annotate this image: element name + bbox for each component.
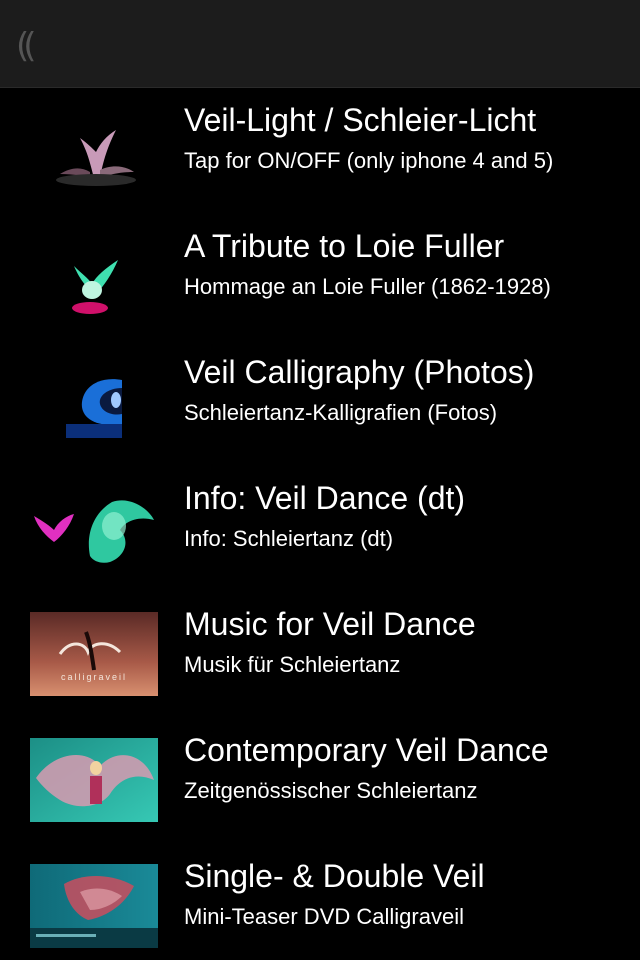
item-subtitle: Schleiertanz-Kalligrafien (Fotos) bbox=[184, 400, 498, 425]
item-subtitle: Tap for ON/OFF (only iphone 4 and 5) bbox=[184, 148, 554, 173]
item-title: Music for Veil Dance bbox=[184, 606, 476, 642]
item-title: Veil Calligraphy (Photos) bbox=[184, 354, 535, 390]
music-veil-dance-thumbnail-icon: calligraveil bbox=[30, 612, 158, 696]
item-subtitle: Hommage an Loie Fuller (1862-1928) bbox=[184, 274, 551, 299]
list-item-veil-calligraphy[interactable]: Veil Calligraphy (Photos) Schleiertanz-K… bbox=[0, 340, 640, 466]
item-title: Info: Veil Dance (dt) bbox=[184, 480, 466, 516]
list-item-info-veil-dance[interactable]: Info: Veil Dance (dt) Info: Schleiertanz… bbox=[0, 466, 640, 592]
info-veil-dance-thumbnail-icon bbox=[30, 486, 158, 570]
item-title: Contemporary Veil Dance bbox=[184, 732, 549, 768]
navigation-bar: (( bbox=[0, 0, 640, 88]
item-subtitle: Zeitgenössischer Schleiertanz bbox=[184, 778, 478, 803]
list-item-loie-fuller[interactable]: A Tribute to Loie Fuller Hommage an Loie… bbox=[0, 214, 640, 340]
list-item-contemporary-veil-dance[interactable]: Contemporary Veil Dance Zeitgenössischer… bbox=[0, 718, 640, 844]
loie-fuller-thumbnail-icon bbox=[30, 234, 158, 318]
item-subtitle: Info: Schleiertanz (dt) bbox=[184, 526, 394, 551]
thumb-brand-text: calligraveil bbox=[61, 672, 127, 682]
item-title: A Tribute to Loie Fuller bbox=[184, 228, 505, 264]
item-subtitle: Musik für Schleiertanz bbox=[184, 652, 401, 677]
list-item-veil-light[interactable]: Veil-Light / Schleier-Licht Tap for ON/O… bbox=[0, 88, 640, 214]
contemporary-veil-dance-thumbnail-icon bbox=[30, 738, 158, 822]
calligraveil-logo-icon[interactable]: (( bbox=[16, 26, 36, 66]
item-title: Single- & Double Veil bbox=[184, 858, 485, 894]
veil-calligraphy-thumbnail-icon bbox=[30, 360, 158, 444]
item-title: Veil-Light / Schleier-Licht bbox=[184, 102, 537, 138]
menu-list: Veil-Light / Schleier-Licht Tap for ON/O… bbox=[0, 88, 640, 960]
single-double-veil-thumbnail-icon bbox=[30, 864, 158, 948]
item-subtitle: Mini-Teaser DVD Calligraveil bbox=[184, 904, 464, 929]
list-item-music-veil-dance[interactable]: calligraveil Music for Veil Dance Musik … bbox=[0, 592, 640, 718]
veil-light-thumbnail-icon bbox=[30, 108, 158, 192]
list-item-single-double-veil[interactable]: Single- & Double Veil Mini-Teaser DVD Ca… bbox=[0, 844, 640, 960]
